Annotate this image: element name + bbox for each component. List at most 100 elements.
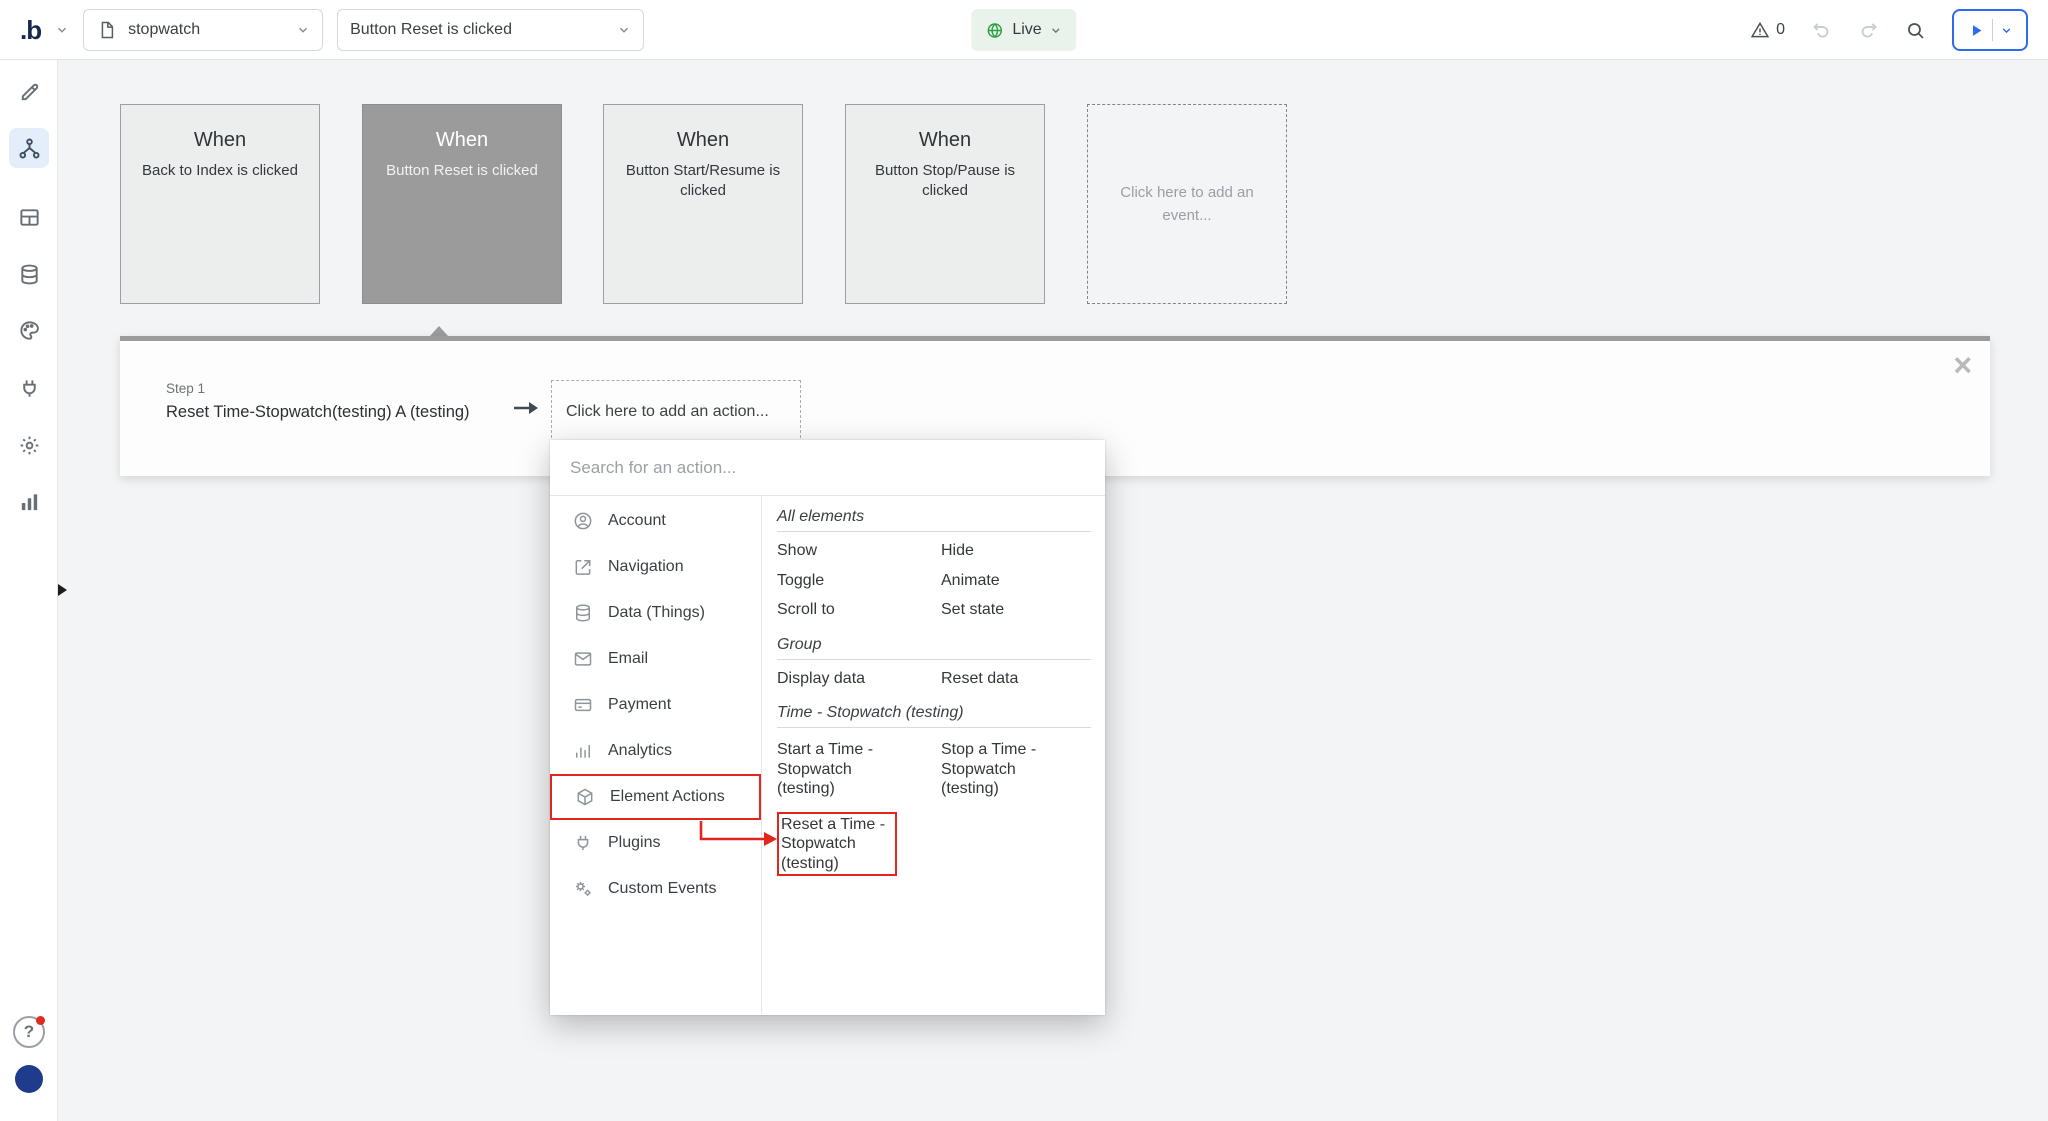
event-subtitle: Button Reset is clicked [363, 161, 561, 181]
sidebar-item-logs[interactable] [9, 482, 49, 522]
sidebar-item-workflow[interactable] [9, 128, 49, 168]
search-icon[interactable] [1905, 20, 1926, 41]
plug-icon [572, 833, 594, 853]
event-title: When [846, 129, 1044, 152]
live-version-button[interactable]: Live [971, 9, 1076, 51]
section-items: Display data Reset data [777, 660, 1091, 693]
category-element-actions[interactable]: Element Actions [550, 774, 761, 820]
category-payment[interactable]: Payment [550, 682, 761, 728]
section-header-group: Group [777, 632, 1091, 660]
action-item-hide[interactable]: Hide [941, 541, 1091, 561]
sidebar: ? [0, 60, 58, 1121]
category-label: Analytics [608, 742, 672, 760]
database-icon [572, 603, 594, 623]
action-item-reset-stopwatch[interactable]: Reset a Time - Stopwatch (testing) [777, 812, 897, 877]
gears-icon [572, 879, 594, 899]
bubble-logo[interactable]: .b [20, 15, 41, 46]
pencil-icon [18, 80, 41, 103]
category-label: Element Actions [610, 788, 725, 806]
panel-expand-handle[interactable] [58, 584, 67, 596]
step-label: Step 1 [166, 381, 205, 396]
layouts-icon [18, 206, 41, 229]
step-title[interactable]: Reset Time-Stopwatch(testing) A (testing… [166, 403, 470, 422]
category-label: Custom Events [608, 880, 716, 898]
workflow-selector-value: Button Reset is clicked [350, 21, 607, 39]
action-item-show[interactable]: Show [777, 541, 941, 561]
sidebar-item-layouts[interactable] [9, 197, 49, 237]
page-selector[interactable]: stopwatch [83, 9, 323, 51]
sidebar-item-data[interactable] [9, 254, 49, 294]
avatar[interactable] [15, 1065, 43, 1093]
warning-icon [1750, 20, 1770, 40]
redo-icon[interactable] [1858, 20, 1879, 41]
category-label: Payment [608, 696, 671, 714]
sidebar-item-settings[interactable] [9, 425, 49, 465]
action-picker-popup: Account Navigation Data (Things) Email P… [550, 440, 1105, 1015]
action-item-start-stopwatch[interactable]: Start a Time - Stopwatch (testing) [777, 740, 897, 799]
workflow-icon [18, 137, 41, 160]
notification-dot [36, 1016, 45, 1025]
category-email[interactable]: Email [550, 636, 761, 682]
flow-arrow-icon [512, 399, 540, 422]
category-plugins[interactable]: Plugins [550, 820, 761, 866]
event-title: When [121, 129, 319, 152]
divider [1992, 19, 1993, 41]
action-category-list: Account Navigation Data (Things) Email P… [550, 496, 762, 1014]
action-search-row [550, 440, 1105, 496]
sidebar-item-design[interactable] [9, 71, 49, 111]
live-label: Live [1012, 21, 1041, 39]
event-card[interactable]: When Back to Index is clicked [120, 104, 320, 304]
section-items: Show Hide Toggle Animate Scroll to Set s… [777, 532, 1091, 624]
bar-chart-icon [18, 491, 41, 514]
undo-icon[interactable] [1811, 20, 1832, 41]
action-item-panel: All elements Show Hide Toggle Animate Sc… [762, 496, 1105, 1014]
globe-icon [985, 21, 1004, 40]
category-custom-events[interactable]: Custom Events [550, 866, 761, 912]
section-header-all-elements: All elements [777, 504, 1091, 532]
category-label: Plugins [608, 834, 660, 852]
event-card[interactable]: When Button Stop/Pause is clicked [845, 104, 1045, 304]
action-item-display-data[interactable]: Display data [777, 669, 941, 689]
logo-chevron-down-icon[interactable] [55, 23, 69, 37]
issues-count: 0 [1776, 21, 1785, 39]
category-label: Account [608, 512, 666, 530]
category-data-things[interactable]: Data (Things) [550, 590, 761, 636]
chevron-down-icon [617, 23, 631, 37]
category-account[interactable]: Account [550, 498, 761, 544]
event-card-selected[interactable]: When Button Reset is clicked [362, 104, 562, 304]
chevron-down-icon [296, 23, 310, 37]
preview-button[interactable] [1952, 9, 2028, 51]
action-item-set-state[interactable]: Set state [941, 600, 1091, 620]
chevron-down-icon [2000, 24, 2013, 37]
close-icon[interactable]: × [1953, 349, 1972, 381]
action-item-reset-data[interactable]: Reset data [941, 669, 1091, 689]
navigation-icon [572, 557, 594, 577]
action-item-animate[interactable]: Animate [941, 571, 1091, 591]
action-item-scroll-to[interactable]: Scroll to [777, 600, 941, 620]
palette-icon [18, 319, 41, 342]
issues-indicator[interactable]: 0 [1750, 20, 1785, 40]
action-item-toggle[interactable]: Toggle [777, 571, 941, 591]
sidebar-item-plugins[interactable] [9, 368, 49, 408]
workflow-selector[interactable]: Button Reset is clicked [337, 9, 644, 51]
add-action-placeholder[interactable]: Click here to add an action... [551, 380, 801, 443]
section-header-stopwatch: Time - Stopwatch (testing) [777, 700, 1091, 728]
action-item-stop-stopwatch[interactable]: Stop a Time - Stopwatch (testing) [941, 740, 1061, 799]
selected-event-pointer [430, 326, 448, 336]
category-label: Navigation [608, 558, 684, 576]
event-card[interactable]: When Button Start/Resume is clicked [603, 104, 803, 304]
event-subtitle: Back to Index is clicked [121, 161, 319, 181]
credit-card-icon [572, 695, 594, 715]
add-event-placeholder[interactable]: Click here to add an event... [1087, 104, 1287, 304]
action-search-input[interactable] [550, 458, 1105, 478]
chevron-down-icon [1050, 24, 1063, 37]
plug-icon [18, 377, 41, 400]
help-button[interactable]: ? [13, 1016, 45, 1048]
event-title: When [604, 129, 802, 152]
workflow-canvas: When Back to Index is clicked When Butto… [58, 60, 2048, 1121]
category-analytics[interactable]: Analytics [550, 728, 761, 774]
event-subtitle: Button Stop/Pause is clicked [846, 161, 1044, 202]
topbar: .b stopwatch Button Reset is clicked Liv… [0, 0, 2048, 60]
sidebar-item-styles[interactable] [9, 310, 49, 350]
category-navigation[interactable]: Navigation [550, 544, 761, 590]
